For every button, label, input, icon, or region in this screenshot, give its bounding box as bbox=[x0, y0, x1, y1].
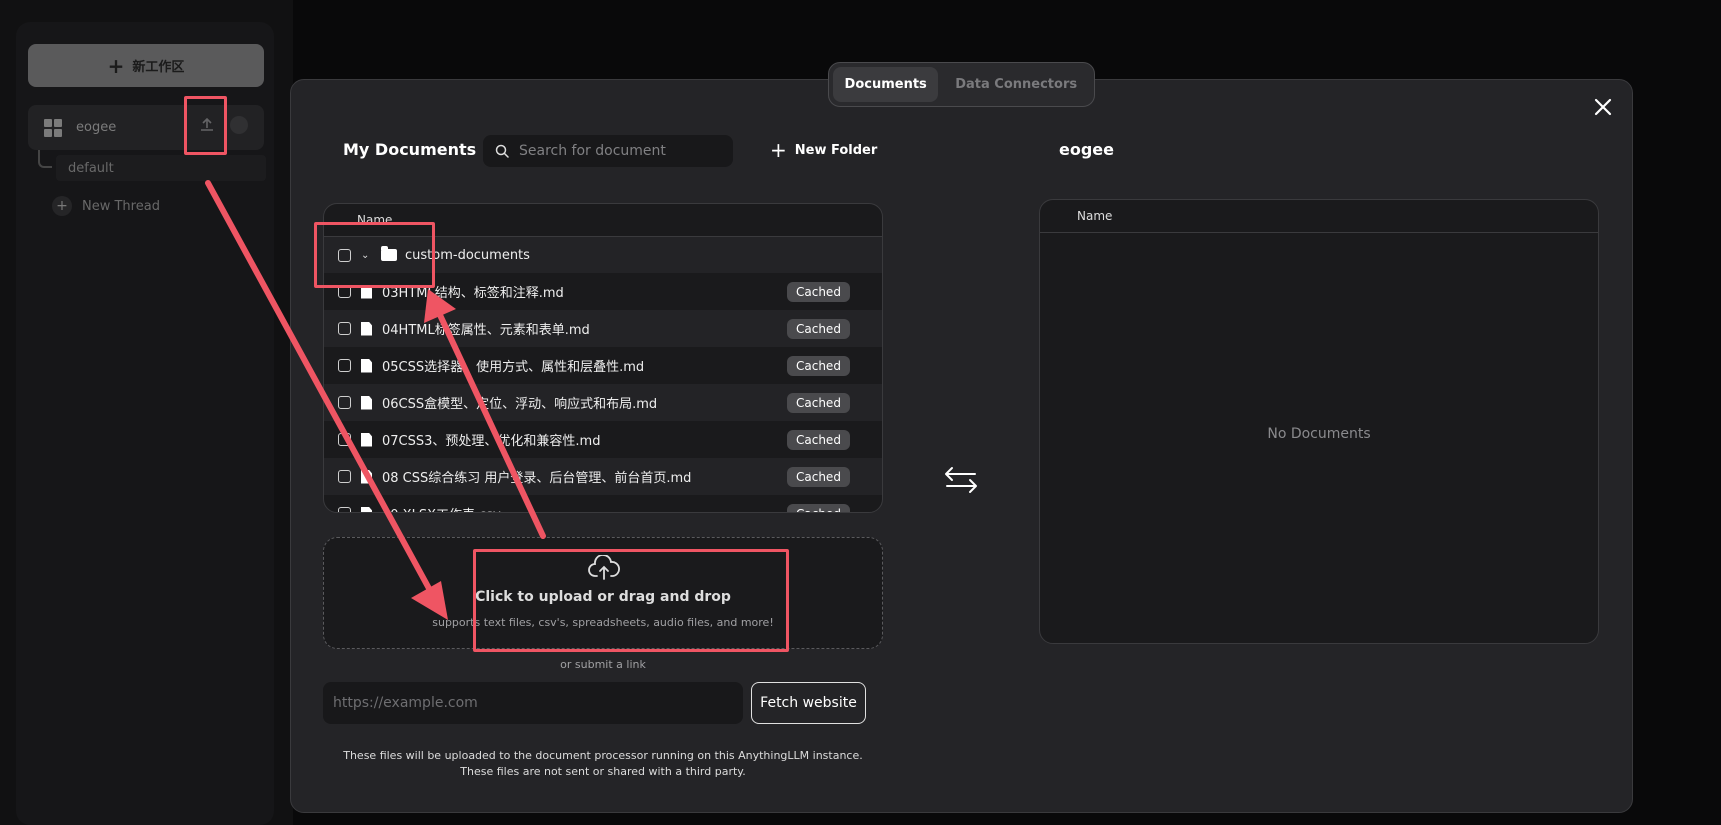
column-header-name: Name bbox=[1040, 200, 1598, 233]
folder-name: custom-documents bbox=[405, 247, 530, 263]
new-workspace-label: 新工作区 bbox=[132, 60, 185, 75]
new-thread-label: New Thread bbox=[82, 198, 160, 214]
my-documents-title: My Documents bbox=[343, 140, 477, 159]
file-icon bbox=[361, 284, 372, 299]
file-row[interactable]: 04HTML标签属性、元素和表单.md Cached bbox=[324, 310, 882, 347]
tab-documents[interactable]: Documents bbox=[833, 67, 939, 102]
disclaimer-line-1: These files will be uploaded to the docu… bbox=[343, 749, 863, 762]
status-badge: Cached bbox=[787, 504, 850, 512]
search-box[interactable] bbox=[483, 135, 733, 167]
chevron-down-icon[interactable]: ⌄ bbox=[361, 250, 373, 261]
file-name: 10 XLSX工作表.csv bbox=[382, 504, 501, 512]
fetch-website-button[interactable]: Fetch website bbox=[751, 682, 866, 724]
file-icon bbox=[361, 506, 372, 512]
upload-icon[interactable] bbox=[198, 116, 216, 134]
sidebar-workspace-item[interactable]: eogee bbox=[28, 105, 264, 150]
tab-bar: Documents Data Connectors bbox=[828, 62, 1095, 107]
status-badge: Cached bbox=[787, 319, 850, 339]
new-folder-label: New Folder bbox=[794, 142, 878, 158]
cloud-upload-icon bbox=[588, 555, 620, 580]
my-documents-list: Name ⌄ custom-documents 03HTML结构、标签和注释.m… bbox=[323, 203, 883, 513]
thread-label: default bbox=[68, 160, 114, 176]
file-checkbox[interactable] bbox=[338, 470, 351, 483]
upload-subtitle: supports text files, csv's, spreadsheets… bbox=[432, 616, 774, 629]
grid-icon bbox=[44, 118, 62, 137]
search-icon bbox=[495, 144, 509, 158]
url-input[interactable] bbox=[323, 682, 743, 724]
folder-checkbox[interactable] bbox=[338, 248, 351, 262]
file-checkbox[interactable] bbox=[338, 507, 351, 512]
file-row[interactable]: 10 XLSX工作表.csv Cached bbox=[324, 495, 882, 512]
file-row[interactable]: 03HTML结构、标签和注释.md Cached bbox=[324, 273, 882, 310]
thread-item-default[interactable]: default bbox=[56, 155, 266, 181]
file-name: 05CSS选择器、使用方式、属性和层叠性.md bbox=[382, 360, 645, 375]
file-checkbox[interactable] bbox=[338, 433, 351, 446]
file-name: 06CSS盒模型、定位、浮动、响应式和布局.md bbox=[382, 397, 658, 412]
file-icon bbox=[361, 395, 372, 410]
tab-data-connectors[interactable]: Data Connectors bbox=[942, 67, 1090, 102]
folder-icon bbox=[381, 246, 397, 261]
status-badge: Cached bbox=[787, 467, 850, 487]
workspace-name: eogee bbox=[76, 120, 117, 135]
empty-state-text: No Documents bbox=[1267, 426, 1371, 442]
file-row[interactable]: 07CSS3、预处理、优化和兼容性.md Cached bbox=[324, 421, 882, 458]
file-row[interactable]: 08 CSS综合练习 用户登录、后台管理、前台首页.md Cached bbox=[324, 458, 882, 495]
upload-disclaimer: These files will be uploaded to the docu… bbox=[323, 748, 883, 780]
column-header-name: Name bbox=[324, 204, 882, 237]
gear-icon[interactable] bbox=[230, 116, 248, 134]
status-badge: Cached bbox=[787, 282, 850, 302]
file-name: 04HTML标签属性、元素和表单.md bbox=[382, 323, 590, 338]
file-row[interactable]: 06CSS盒模型、定位、浮动、响应式和布局.md Cached bbox=[324, 384, 882, 421]
disclaimer-line-2: These files are not sent or shared with … bbox=[460, 765, 746, 778]
plus-icon: + bbox=[770, 138, 787, 162]
plus-icon: + bbox=[107, 53, 125, 78]
file-name: 03HTML结构、标签和注释.md bbox=[382, 286, 564, 301]
submit-link-label: or submit a link bbox=[560, 658, 646, 671]
new-thread-button[interactable]: + New Thread bbox=[52, 196, 160, 216]
swap-arrows-icon[interactable] bbox=[944, 465, 978, 495]
file-row[interactable]: 05CSS选择器、使用方式、属性和层叠性.md Cached bbox=[324, 347, 882, 384]
folder-row[interactable]: ⌄ custom-documents bbox=[324, 237, 882, 273]
search-input[interactable] bbox=[519, 143, 719, 159]
file-name: 07CSS3、预处理、优化和兼容性.md bbox=[382, 434, 601, 449]
file-icon bbox=[361, 321, 372, 336]
workspace-title: eogee bbox=[1059, 140, 1114, 159]
upload-title: Click to upload or drag and drop bbox=[475, 589, 731, 605]
close-icon bbox=[1594, 98, 1612, 116]
new-folder-button[interactable]: + New Folder bbox=[770, 140, 877, 160]
file-icon bbox=[361, 432, 372, 447]
file-name: 08 CSS综合练习 用户登录、后台管理、前台首页.md bbox=[382, 471, 692, 486]
file-icon bbox=[361, 358, 372, 373]
file-icon bbox=[361, 469, 372, 484]
status-badge: Cached bbox=[787, 393, 850, 413]
thread-connector bbox=[38, 150, 52, 168]
plus-icon: + bbox=[52, 196, 72, 216]
status-badge: Cached bbox=[787, 430, 850, 450]
workspace-documents-list: Name No Documents bbox=[1039, 199, 1599, 644]
file-checkbox[interactable] bbox=[338, 359, 351, 372]
new-workspace-button[interactable]: + 新工作区 bbox=[28, 44, 264, 87]
file-checkbox[interactable] bbox=[338, 322, 351, 335]
file-checkbox[interactable] bbox=[338, 285, 351, 298]
close-button[interactable] bbox=[1590, 94, 1616, 120]
file-checkbox[interactable] bbox=[338, 396, 351, 409]
status-badge: Cached bbox=[787, 356, 850, 376]
